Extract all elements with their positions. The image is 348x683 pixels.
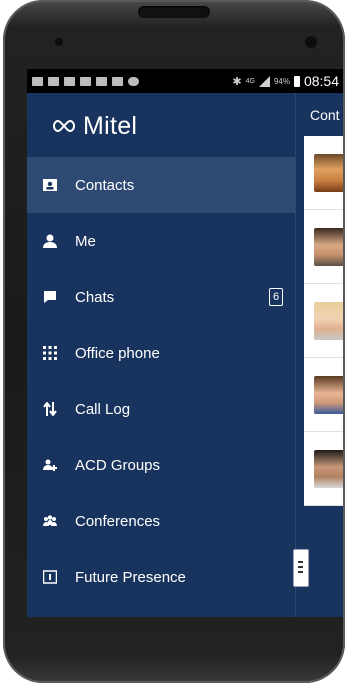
list-item[interactable] — [304, 358, 343, 432]
person-icon — [43, 234, 57, 248]
dialpad-icon — [43, 346, 57, 360]
status-bar: ✱ 4G 94% 08:54 — [27, 69, 343, 93]
avatar — [314, 228, 343, 266]
menu-label: Office phone — [75, 344, 160, 362]
mitel-logo-icon — [52, 119, 76, 133]
contact-list — [304, 136, 343, 506]
list-item[interactable] — [304, 284, 343, 358]
bluetooth-icon: ✱ — [232, 75, 242, 88]
twitter-icon — [48, 76, 59, 86]
calendar-icon — [43, 570, 57, 584]
avatar — [314, 450, 343, 488]
menu-label: Call Log — [75, 400, 131, 418]
avatar — [314, 302, 343, 340]
menu-item-acd-groups[interactable]: ACD Groups — [27, 437, 295, 493]
menu-item-future-presence[interactable]: Future Presence — [27, 549, 295, 605]
conferences-icon — [43, 515, 57, 526]
mail-icon — [96, 76, 107, 86]
call-log-icon — [43, 402, 57, 416]
menu-label: Me — [75, 232, 96, 250]
chat-icon — [44, 291, 56, 303]
drawer-handle[interactable] — [293, 549, 309, 587]
menu-label: ACD Groups — [75, 456, 161, 474]
avatar — [314, 154, 343, 192]
brand-logo: Mitel — [51, 111, 138, 140]
voicemail-icon — [80, 76, 91, 86]
navigation-drawer: Mitel Contacts Me Chats 6 Office phone C… — [27, 93, 295, 617]
menu-label: Chats — [75, 288, 115, 306]
network-type: 4G — [245, 77, 255, 85]
front-sensor — [55, 38, 63, 46]
menu-label: Conferences — [75, 512, 161, 530]
battery-icon — [293, 75, 300, 87]
menu-item-chats[interactable]: Chats 6 — [27, 269, 295, 325]
earpiece — [138, 6, 210, 18]
acd-groups-icon — [43, 459, 57, 471]
contacts-panel-title: Cont — [310, 107, 340, 123]
menu-item-conferences[interactable]: Conferences — [27, 493, 295, 549]
contacts-panel: Cont — [295, 93, 343, 617]
phone-screen: ✱ 4G 94% 08:54 Mitel Contacts Me Chats 6… — [27, 69, 343, 617]
menu-item-office-phone[interactable]: Office phone — [27, 325, 295, 381]
drawer-menu: Contacts Me Chats 6 Office phone Call Lo… — [27, 157, 295, 605]
front-camera — [305, 36, 317, 48]
menu-label: Future Presence — [75, 568, 186, 586]
battery-percent: 94% — [273, 76, 290, 86]
menu-item-call-log[interactable]: Call Log — [27, 381, 295, 437]
avatar — [314, 376, 343, 414]
list-item[interactable] — [304, 136, 343, 210]
brand-name: Mitel — [83, 111, 138, 140]
menu-label: Contacts — [75, 176, 135, 194]
contacts-icon — [43, 179, 57, 191]
image-icon — [64, 76, 75, 86]
chats-count-badge: 6 — [269, 288, 283, 306]
notification-icon — [32, 76, 43, 86]
list-item[interactable] — [304, 432, 343, 506]
clock: 08:54 — [303, 73, 339, 89]
signal-icon — [258, 75, 270, 87]
menu-item-me[interactable]: Me — [27, 213, 295, 269]
menu-item-contacts[interactable]: Contacts — [27, 157, 295, 213]
voicemail-icon — [112, 76, 123, 86]
list-item[interactable] — [304, 210, 343, 284]
cloud-icon — [128, 76, 139, 86]
